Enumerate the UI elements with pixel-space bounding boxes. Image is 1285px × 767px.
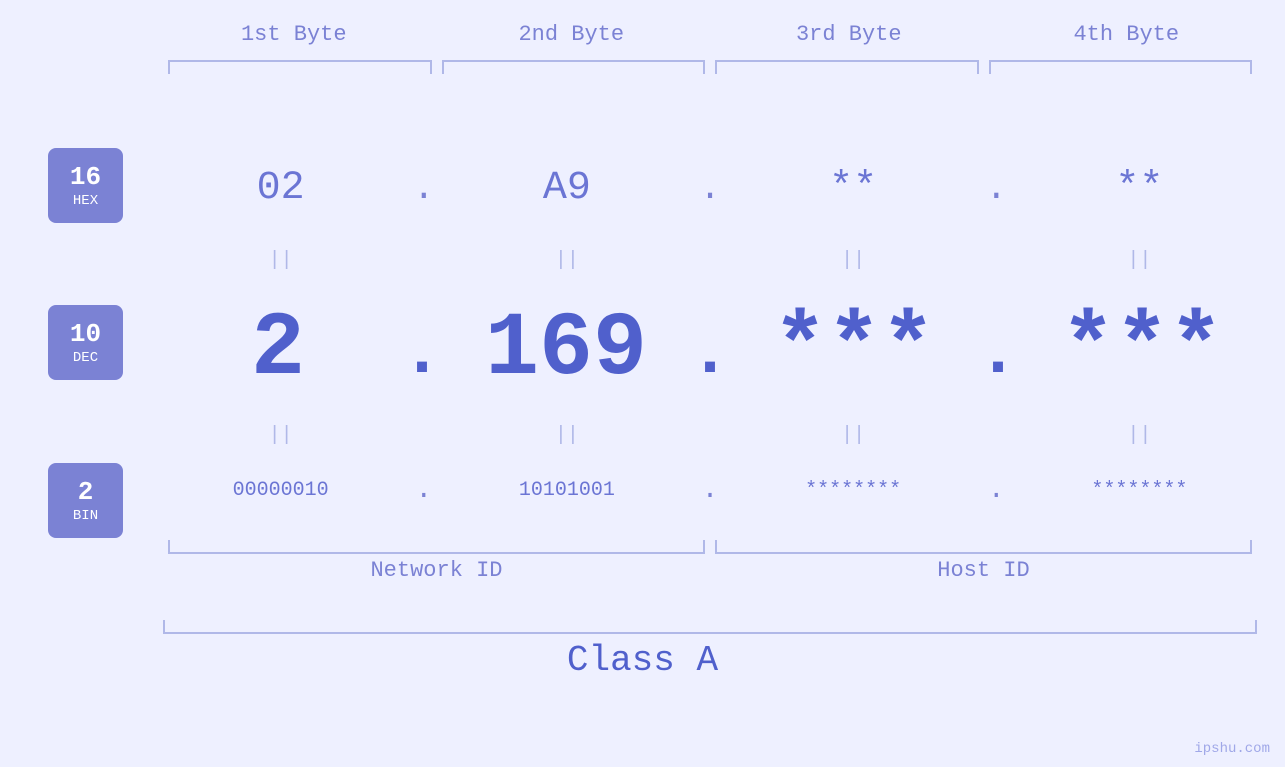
badge-hex: 16 HEX: [48, 148, 123, 223]
page: 1st Byte 2nd Byte 3rd Byte 4th Byte 16 H…: [0, 0, 1285, 767]
dec-sep-3: .: [977, 320, 1019, 395]
hex-byte-4: **: [1014, 166, 1265, 211]
top-bracket-1: [168, 60, 432, 74]
top-bracket-3: [715, 60, 979, 74]
class-a-label: Class A: [0, 640, 1285, 681]
eq-1-b2: ||: [441, 249, 692, 272]
badge-bin: 2 BIN: [48, 463, 123, 538]
hex-byte-3: **: [728, 166, 979, 211]
network-bracket: [168, 540, 705, 554]
eq-2-b4: ||: [1014, 424, 1265, 447]
hex-sep-1: .: [406, 168, 441, 209]
badge-bin-number: 2: [78, 477, 94, 508]
top-brackets: [163, 60, 1257, 74]
network-id-label: Network ID: [163, 558, 710, 583]
byte-header-1: 1st Byte: [155, 22, 433, 47]
bin-sep-3: .: [979, 475, 1014, 506]
bin-values-row: 00000010 . 10101001 . ******** . *******…: [155, 460, 1265, 520]
bin-byte-3: ********: [728, 479, 979, 502]
bin-sep-2: .: [693, 475, 728, 506]
byte-header-4: 4th Byte: [988, 22, 1266, 47]
hex-values-row: 02 . A9 . ** . **: [155, 148, 1265, 228]
eq-2-b1: ||: [155, 424, 406, 447]
bin-byte-4: ********: [1014, 479, 1265, 502]
dec-byte-2: 169: [443, 305, 689, 395]
dec-values-row: 2 . 169 . *** . ***: [155, 285, 1265, 395]
eq-2-b3: ||: [728, 424, 979, 447]
dec-byte-4: ***: [1019, 305, 1265, 395]
dec-sep-1: .: [401, 320, 443, 395]
bottom-brackets: [163, 540, 1257, 554]
hex-sep-2: .: [693, 168, 728, 209]
eq-2-b2: ||: [441, 424, 692, 447]
id-labels-row: Network ID Host ID: [163, 558, 1257, 583]
equals-row-1: || || || ||: [155, 245, 1265, 275]
host-bracket: [715, 540, 1252, 554]
badge-dec: 10 DEC: [48, 305, 123, 380]
bin-byte-1: 00000010: [155, 479, 406, 502]
hex-sep-3: .: [979, 168, 1014, 209]
byte-header-row: 1st Byte 2nd Byte 3rd Byte 4th Byte: [155, 22, 1265, 47]
dec-byte-1: 2: [155, 305, 401, 395]
eq-1-b4: ||: [1014, 249, 1265, 272]
dec-sep-2: .: [689, 320, 731, 395]
badge-bin-label: BIN: [73, 508, 98, 524]
equals-row-2: || || || ||: [155, 420, 1265, 450]
dec-byte-3: ***: [731, 305, 977, 395]
bin-byte-2: 10101001: [441, 479, 692, 502]
badge-hex-label: HEX: [73, 193, 98, 209]
hex-byte-1: 02: [155, 166, 406, 211]
badge-hex-number: 16: [70, 162, 101, 193]
byte-header-3: 3rd Byte: [710, 22, 988, 47]
eq-1-b3: ||: [728, 249, 979, 272]
badge-dec-label: DEC: [73, 350, 98, 366]
top-bracket-2: [442, 60, 706, 74]
class-bracket: [163, 620, 1257, 634]
byte-header-2: 2nd Byte: [433, 22, 711, 47]
host-id-label: Host ID: [710, 558, 1257, 583]
top-bracket-4: [989, 60, 1253, 74]
watermark: ipshu.com: [1194, 741, 1270, 757]
hex-byte-2: A9: [441, 166, 692, 211]
eq-1-b1: ||: [155, 249, 406, 272]
bin-sep-1: .: [406, 475, 441, 506]
badge-dec-number: 10: [70, 319, 101, 350]
